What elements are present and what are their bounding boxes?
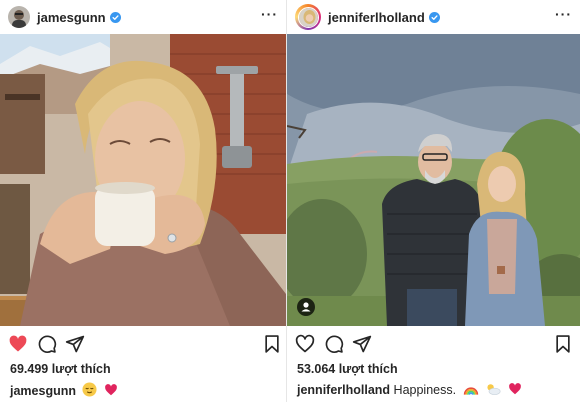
action-bar: [0, 334, 286, 356]
story-ring[interactable]: [295, 4, 321, 30]
heart-icon[interactable]: [8, 334, 28, 354]
user-tag-icon[interactable]: [297, 298, 315, 316]
post-photo[interactable]: [0, 34, 286, 326]
share-icon[interactable]: [65, 334, 85, 354]
verified-badge-icon: [428, 11, 440, 23]
post-photo[interactable]: [287, 34, 580, 326]
username[interactable]: jenniferlholland: [328, 10, 425, 25]
username[interactable]: jamesgunn: [37, 10, 106, 25]
more-options-icon[interactable]: ···: [261, 7, 278, 27]
bookmark-icon[interactable]: [262, 334, 282, 354]
share-icon[interactable]: [352, 334, 372, 354]
post-jenniferlholland: jenniferlholland ··· 53.064 lượt thích j…: [287, 0, 580, 402]
caption: jenniferlholland Happiness.: [297, 382, 522, 397]
rainbow-icon: [463, 387, 478, 395]
avatar[interactable]: [297, 6, 319, 28]
like-count[interactable]: 69.499 lượt thích: [10, 362, 111, 376]
post-jamesgunn: jamesgunn ··· 69.499 lượt thích jamesgun…: [0, 0, 286, 402]
sun-behind-cloud-icon: [487, 384, 501, 395]
caption-username[interactable]: jamesgunn: [10, 384, 76, 398]
relieved-face-icon: [82, 382, 98, 397]
heart-icon[interactable]: [295, 334, 315, 354]
red-heart-icon: [105, 384, 117, 396]
red-heart-icon: [508, 383, 521, 395]
avatar[interactable]: [8, 6, 30, 28]
bookmark-icon[interactable]: [553, 334, 573, 354]
verified-badge-icon: [109, 11, 121, 23]
more-options-icon[interactable]: ···: [555, 7, 572, 27]
post-header: jenniferlholland ···: [287, 0, 580, 34]
caption-username[interactable]: jenniferlholland: [297, 383, 390, 397]
like-count[interactable]: 53.064 lượt thích: [297, 362, 398, 376]
action-bar: [287, 334, 580, 356]
caption-text: Happiness.: [393, 383, 457, 397]
caption: jamesgunn: [10, 382, 118, 398]
comment-icon[interactable]: [37, 334, 57, 354]
comment-icon[interactable]: [324, 334, 344, 354]
post-header: jamesgunn ···: [0, 0, 286, 34]
